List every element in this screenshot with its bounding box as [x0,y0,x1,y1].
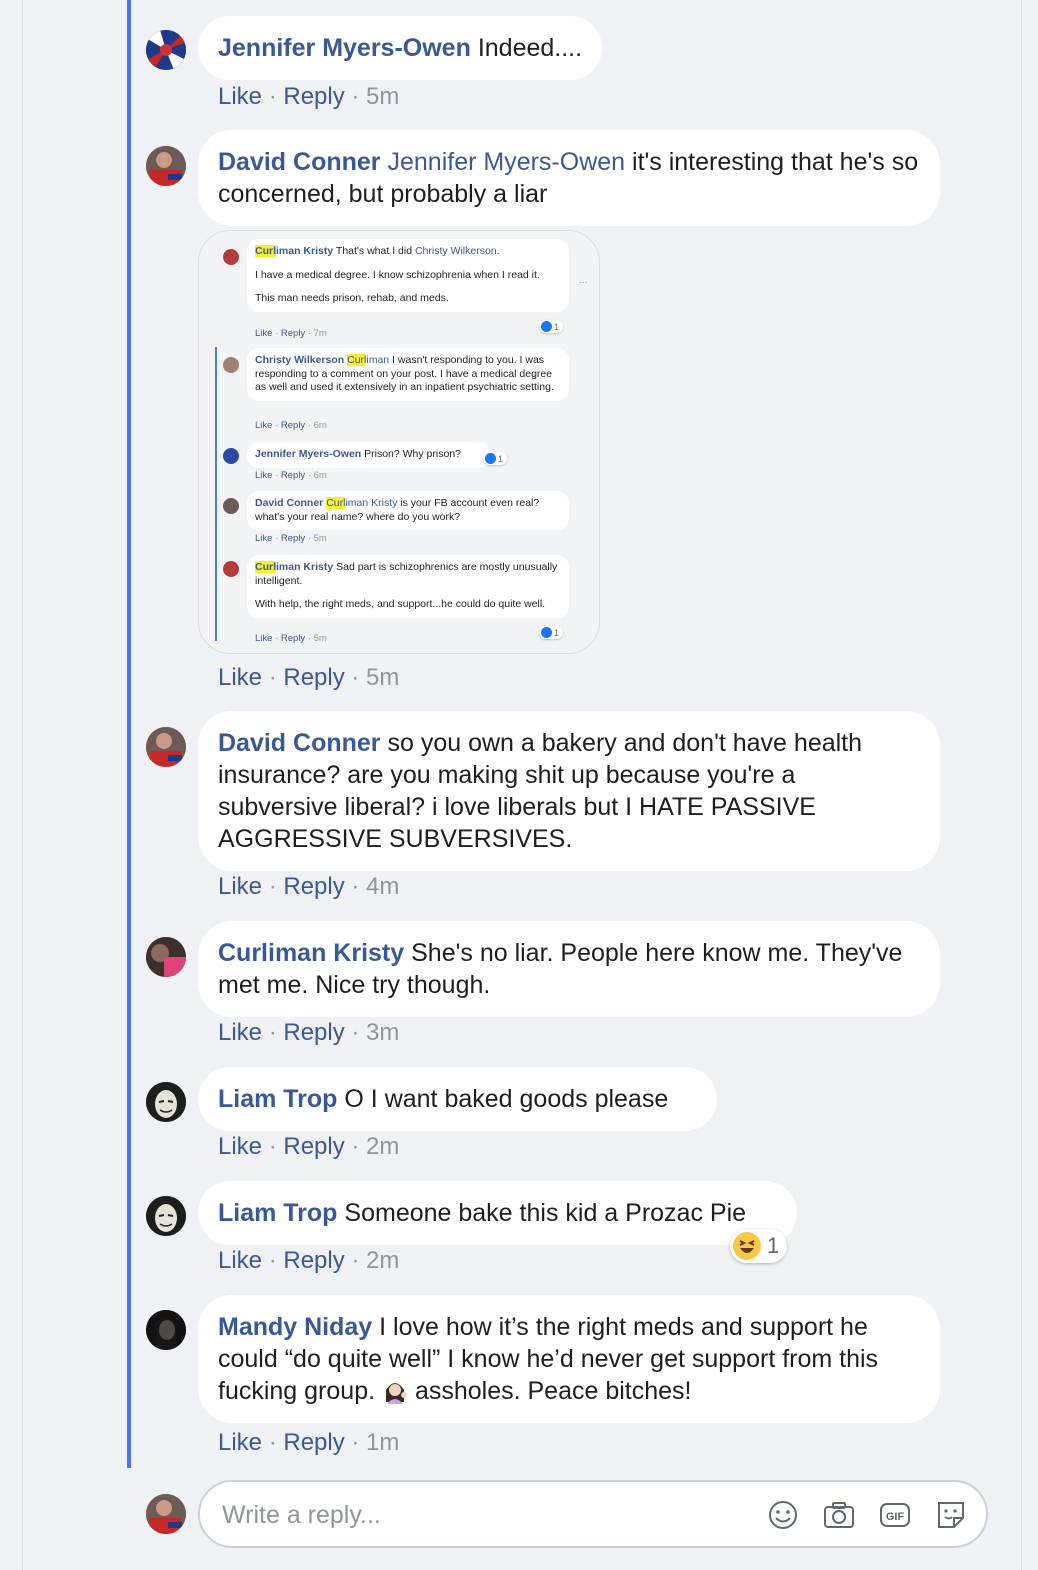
like-link[interactable]: Like [218,1019,262,1046]
mini-comment: Curliman Kristy Sad part is schizophreni… [247,555,569,618]
haha-emoji-icon [733,1232,761,1260]
like-link[interactable]: Like [218,1133,262,1160]
timestamp[interactable]: 5m [366,664,399,691]
sticker-icon[interactable] [934,1498,968,1532]
mini-comment: Jennifer Myers-Owen Prison? Why prison? [247,442,491,468]
comment-actions: Like · Reply · 5m [218,83,400,110]
comment-actions: Like · Reply · 4m [218,873,400,900]
comment-actions: Like · Reply · 3m [218,1019,400,1046]
mention-link[interactable]: Jennifer Myers-Owen [387,148,625,176]
reaction-badge[interactable]: 1 [730,1229,788,1263]
comment-actions: Like · Reply · 1m [218,1429,400,1456]
current-user-avatar[interactable] [146,1494,186,1534]
camera-icon[interactable] [822,1498,856,1532]
timestamp[interactable]: 3m [366,1019,399,1046]
mini-avatar [223,498,239,514]
mini-actions: Like · Reply · 6m [255,420,327,431]
avatar[interactable] [146,1196,186,1236]
author-name[interactable]: Jennifer Myers-Owen [218,34,471,62]
author-name[interactable]: Mandy Niday [218,1313,372,1341]
mini-comment: David Conner Curliman Kristy is your FB … [247,491,569,530]
like-link[interactable]: Like [218,1247,262,1274]
timestamp[interactable]: 5m [366,83,399,110]
mini-comment: Curliman Kristy That's what I did Christ… [247,239,569,312]
comment-text: O I want baked goods please [337,1085,669,1113]
author-name[interactable]: David Conner [218,729,381,757]
author-name[interactable]: Liam Trop [218,1085,337,1113]
avatar[interactable] [146,727,186,767]
timestamp[interactable]: 4m [366,873,399,900]
like-link[interactable]: Like [218,873,262,900]
avatar[interactable] [146,937,186,977]
mini-like-count: 1 [539,320,564,333]
mini-avatar [223,561,239,577]
like-link[interactable]: Like [218,1429,262,1456]
smiley-icon[interactable] [766,1498,800,1532]
mini-avatar [223,448,239,464]
mini-like-count: 1 [483,452,508,465]
reply-input[interactable] [220,1498,744,1532]
like-link[interactable]: Like [218,83,262,110]
mini-avatar [223,249,239,265]
comment-bubble: David Conner Jennifer Myers-Owen it's in… [198,130,940,226]
reply-link[interactable]: Reply [283,1019,344,1046]
timestamp[interactable]: 1m [366,1429,399,1456]
mini-actions: Like · Reply · 5m [255,633,327,644]
comment-bubble: Liam Trop Someone bake this kid a Prozac… [198,1181,797,1245]
author-name[interactable]: Curliman Kristy [218,939,404,967]
comment-bubble: David Conner so you own a bakery and don… [198,711,940,871]
svg-text:GIF: GIF [886,1511,905,1523]
comment-bubble: Mandy Niday I love how it’s the right me… [198,1295,940,1423]
reply-link[interactable]: Reply [283,873,344,900]
more-options-icon[interactable]: ... [579,275,587,286]
comment-text-continued: assholes. Peace bitches! [408,1377,692,1405]
reply-link[interactable]: Reply [283,1133,344,1160]
thread-line [127,0,131,1468]
reply-link[interactable]: Reply [283,664,344,691]
reply-link[interactable]: Reply [283,1429,344,1456]
mini-avatar [223,357,239,373]
mini-actions: Like · Reply · 5m [255,533,327,544]
comment-actions: Like · Reply · 5m [218,664,400,691]
mini-like-count: 1 [539,626,564,639]
comment-text: Someone bake this kid a Prozac Pie [337,1199,747,1227]
gif-icon[interactable]: GIF [878,1498,912,1532]
reply-link[interactable]: Reply [283,83,344,110]
mini-comment: Christy Wilkerson Curliman I wasn't resp… [247,348,569,401]
woman-tipping-hand-emoji-icon [382,1378,408,1404]
comment-bubble: Curliman Kristy She's no liar. People he… [198,921,940,1017]
timestamp[interactable]: 2m [366,1247,399,1274]
like-link[interactable]: Like [218,664,262,691]
reaction-count: 1 [767,1233,780,1258]
avatar[interactable] [146,146,186,186]
comment-actions: Like · Reply · 2m [218,1133,400,1160]
attached-screenshot[interactable]: Curliman Kristy That's what I did Christ… [198,230,600,654]
avatar[interactable] [146,1310,186,1350]
comment-bubble: Jennifer Myers-Owen Indeed.... [198,16,603,80]
author-name[interactable]: Liam Trop [218,1199,337,1227]
avatar[interactable] [146,1082,186,1122]
reply-link[interactable]: Reply [283,1247,344,1274]
avatar[interactable] [146,30,186,70]
comment-actions: Like · Reply · 2m [218,1247,400,1274]
comment-text: Indeed.... [477,34,583,62]
timestamp[interactable]: 2m [366,1133,399,1160]
reply-composer[interactable]: GIF [198,1480,988,1548]
mini-actions: Like · Reply · 7m [255,328,327,339]
comment-bubble: Liam Trop O I want baked goods please [198,1067,717,1131]
mini-thread-line [215,347,217,641]
mini-actions: Like · Reply · 6m [255,470,327,481]
author-name[interactable]: David Conner [218,148,381,176]
